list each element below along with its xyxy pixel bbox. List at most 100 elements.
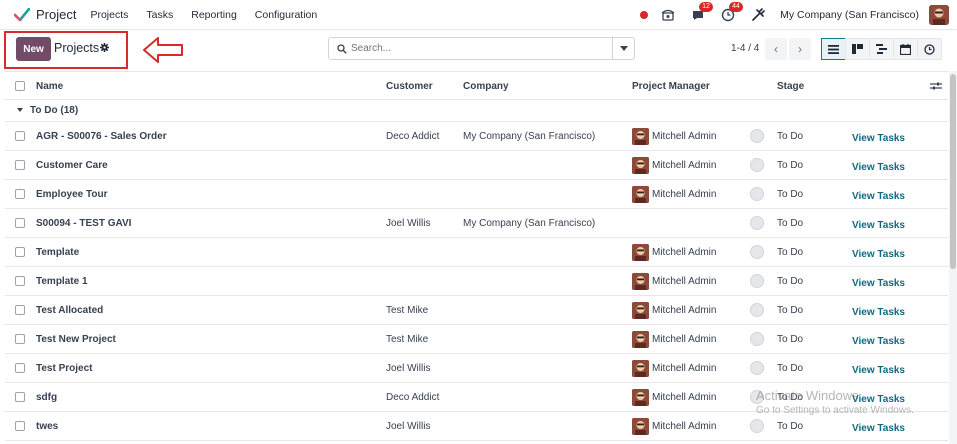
phone-icon[interactable] bbox=[660, 7, 676, 23]
project-name[interactable]: Template bbox=[36, 247, 79, 258]
clock-icon bbox=[924, 43, 935, 55]
new-button[interactable]: New bbox=[16, 37, 51, 61]
recording-indicator-icon[interactable] bbox=[640, 11, 649, 19]
table-row[interactable]: Template Mitchell Admin To Do View Tasks bbox=[5, 238, 948, 267]
table-row[interactable]: S00094 - TEST GAVI Joel Willis My Company … bbox=[5, 209, 948, 238]
row-checkbox[interactable] bbox=[15, 276, 25, 286]
manager-avatar bbox=[632, 418, 649, 435]
status-indicator-icon[interactable] bbox=[750, 361, 764, 375]
activity-clock-icon[interactable]: 44 bbox=[720, 2, 743, 23]
project-name[interactable]: twes bbox=[36, 421, 58, 432]
debug-tools-icon[interactable] bbox=[750, 7, 766, 23]
view-tasks-button[interactable]: View Tasks bbox=[852, 365, 905, 376]
project-name[interactable]: Test Project bbox=[36, 363, 93, 374]
manager-cell: Mitchell Admin bbox=[652, 160, 717, 171]
project-name[interactable]: Employee Tour bbox=[36, 189, 108, 200]
menu-reporting[interactable]: Reporting bbox=[191, 9, 237, 21]
top-navbar: Project Projects Tasks Reporting Configu… bbox=[0, 0, 957, 30]
group-row-to-do[interactable]: To Do (18) bbox=[5, 100, 948, 122]
menu-projects[interactable]: Projects bbox=[90, 9, 128, 21]
vertical-scrollbar[interactable] bbox=[949, 71, 957, 444]
project-name[interactable]: Test Allocated bbox=[36, 305, 103, 316]
company-switcher[interactable]: My Company (San Francisco) bbox=[780, 9, 919, 21]
control-panel: New Projects 1-4 / 4 ‹ › bbox=[0, 30, 957, 70]
table-row[interactable]: twes Joel Willis Mitchell Admin To Do View T… bbox=[5, 412, 948, 441]
list-view-button[interactable] bbox=[821, 38, 846, 60]
row-checkbox[interactable] bbox=[15, 160, 25, 170]
status-indicator-icon[interactable] bbox=[750, 158, 764, 172]
row-checkbox[interactable] bbox=[15, 421, 25, 431]
status-indicator-icon[interactable] bbox=[750, 332, 764, 346]
row-checkbox[interactable] bbox=[15, 189, 25, 199]
header-stage[interactable]: Stage bbox=[777, 81, 804, 92]
manager-avatar bbox=[632, 331, 649, 348]
status-indicator-icon[interactable] bbox=[750, 129, 764, 143]
status-indicator-icon[interactable] bbox=[750, 274, 764, 288]
header-customer[interactable]: Customer bbox=[386, 81, 433, 92]
project-name[interactable]: Template 1 bbox=[36, 276, 88, 287]
table-row[interactable]: Employee Tour Mitchell Admin To Do View Tas… bbox=[5, 180, 948, 209]
manager-avatar bbox=[632, 244, 649, 261]
caret-down-icon bbox=[619, 45, 628, 51]
project-name[interactable]: Customer Care bbox=[36, 160, 108, 171]
row-checkbox[interactable] bbox=[15, 218, 25, 228]
table-row[interactable]: Template 1 Mitchell Admin To Do View Tasks bbox=[5, 267, 948, 296]
status-indicator-icon[interactable] bbox=[750, 187, 764, 201]
pager-previous-button[interactable]: ‹ bbox=[765, 38, 787, 60]
stage-cell: To Do bbox=[777, 218, 804, 229]
status-indicator-icon[interactable] bbox=[750, 303, 764, 317]
project-name[interactable]: Test New Project bbox=[36, 334, 116, 345]
app-brand[interactable]: Project bbox=[14, 7, 76, 22]
row-checkbox[interactable] bbox=[15, 305, 25, 315]
manager-avatar bbox=[632, 302, 649, 319]
project-name[interactable]: sdfg bbox=[36, 392, 57, 403]
annotation-arrow-icon bbox=[143, 37, 183, 63]
table-row[interactable]: AGR - S00076 - Sales Order Deco Addict My … bbox=[5, 122, 948, 151]
view-tasks-button[interactable]: View Tasks bbox=[852, 423, 905, 434]
view-tasks-button[interactable]: View Tasks bbox=[852, 336, 905, 347]
optional-columns-icon[interactable] bbox=[930, 81, 942, 91]
pager-next-button[interactable]: › bbox=[789, 38, 811, 60]
menu-configuration[interactable]: Configuration bbox=[255, 9, 317, 21]
activity-view-button[interactable] bbox=[917, 38, 942, 60]
status-indicator-icon[interactable] bbox=[750, 419, 764, 433]
calendar-view-button[interactable] bbox=[893, 38, 918, 60]
menu-tasks[interactable]: Tasks bbox=[146, 9, 173, 21]
scrollbar-thumb[interactable] bbox=[950, 74, 956, 269]
view-tasks-button[interactable]: View Tasks bbox=[852, 133, 905, 144]
view-tasks-button[interactable]: View Tasks bbox=[852, 249, 905, 260]
table-row[interactable]: Test New Project Test Mike Mitchell Admin T… bbox=[5, 325, 948, 354]
manager-cell: Mitchell Admin bbox=[652, 276, 717, 287]
gantt-icon bbox=[876, 44, 887, 54]
row-checkbox[interactable] bbox=[15, 392, 25, 402]
status-indicator-icon[interactable] bbox=[750, 245, 764, 259]
table-row[interactable]: Customer Care Mitchell Admin To Do View Tas… bbox=[5, 151, 948, 180]
row-checkbox[interactable] bbox=[15, 131, 25, 141]
view-tasks-button[interactable]: View Tasks bbox=[852, 162, 905, 173]
select-all-checkbox[interactable] bbox=[15, 81, 25, 91]
header-company[interactable]: Company bbox=[463, 81, 509, 92]
header-project-manager[interactable]: Project Manager bbox=[632, 81, 710, 92]
user-avatar[interactable] bbox=[929, 5, 949, 25]
status-indicator-icon[interactable] bbox=[750, 216, 764, 230]
project-name[interactable]: S00094 - TEST GAVI bbox=[36, 218, 131, 229]
kanban-view-button[interactable] bbox=[845, 38, 870, 60]
pager-value[interactable]: 1-4 / 4 bbox=[731, 43, 759, 54]
row-checkbox[interactable] bbox=[15, 247, 25, 257]
view-tasks-button[interactable]: View Tasks bbox=[852, 307, 905, 318]
header-name[interactable]: Name bbox=[36, 81, 63, 92]
search-input[interactable] bbox=[351, 43, 611, 54]
row-checkbox[interactable] bbox=[15, 363, 25, 373]
table-row[interactable]: Test Allocated Test Mike Mitchell Admin To … bbox=[5, 296, 948, 325]
row-checkbox[interactable] bbox=[15, 334, 25, 344]
project-name[interactable]: AGR - S00076 - Sales Order bbox=[36, 131, 167, 142]
view-tasks-button[interactable]: View Tasks bbox=[852, 278, 905, 289]
view-tasks-button[interactable]: View Tasks bbox=[852, 191, 905, 202]
messages-icon[interactable]: 12 bbox=[690, 2, 713, 23]
gantt-view-button[interactable] bbox=[869, 38, 894, 60]
search-icon bbox=[337, 44, 347, 54]
view-tasks-button[interactable]: View Tasks bbox=[852, 220, 905, 231]
search-options-toggle[interactable] bbox=[612, 38, 634, 59]
gear-icon[interactable] bbox=[100, 43, 109, 52]
table-row[interactable]: Test Project Joel Willis Mitchell Admin To … bbox=[5, 354, 948, 383]
